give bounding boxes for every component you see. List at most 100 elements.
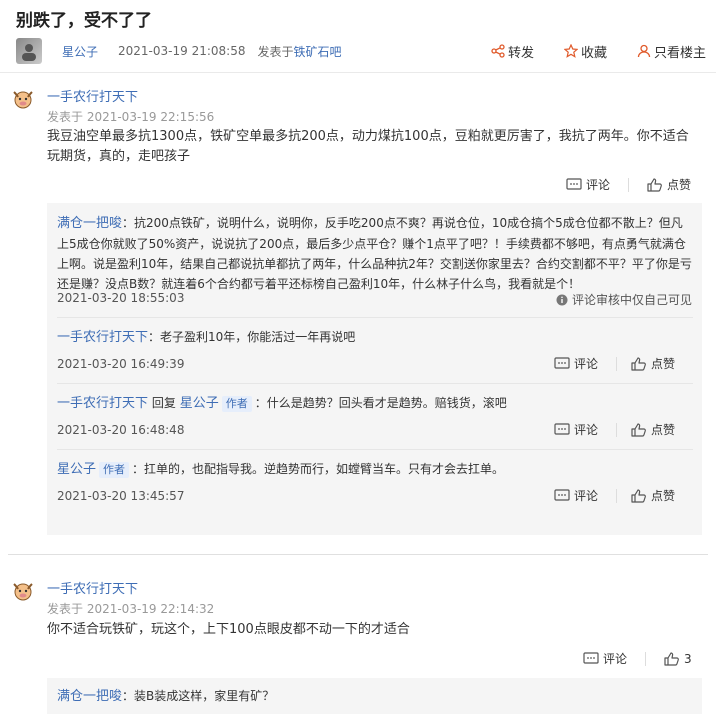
like-button[interactable]: 3 [664,650,692,667]
reply-content: 我豆油空单最多抗1300点，铁矿空单最多抗200点，动力煤抗100点，豆粕就更厉… [47,129,689,164]
comment-label: 评论 [574,423,599,437]
star-icon [563,44,578,58]
sub-reply-time: 2021-03-20 16:48:48 [57,423,185,437]
comment-button[interactable]: 评论 [566,176,630,193]
post-author[interactable]: 星公子 [62,43,98,60]
favorite-label: 收藏 [580,45,607,61]
post-title: 别跌了，受不了了 [16,11,152,31]
forum-link[interactable]: 铁矿石吧 [293,45,341,59]
sub-reply-username[interactable]: 一手农行打天下 [57,330,148,345]
sub-reply-text: 星公子 作者 ：扛单的，也配指导我。逆趋势而行，如螳臂当车。只有才会去扛单。 [57,459,693,480]
sub-reply-content: ：装B装成这样，家里有矿？ [122,689,275,703]
ox-avatar-icon [13,91,33,109]
sub-reply-content: ：什么是趋势？回头看才是趋势。赔钱货，滚吧 [254,396,507,410]
comment-icon [583,651,599,664]
sub-reply-actions: 评论 点赞 [554,487,675,504]
sub-reply: 一手农行打天下 回复 星公子 作者 ：什么是趋势？回头看才是趋势。赔钱货，滚吧 [57,393,693,414]
comment-button[interactable]: 评论 [583,650,647,667]
comment-button[interactable]: 评论 [554,421,618,438]
post-header: 星公子 2021-03-19 21:08:58 发表于铁矿石吧 转发 收藏 只看… [16,36,706,66]
post-time: 2021-03-19 21:08:58 [118,44,246,58]
reply-to-username[interactable]: 星公子 [180,396,219,411]
sub-reply-username[interactable]: 满仓一把唆 [57,216,122,231]
reply-word: 回复 [151,396,176,410]
like-label: 点赞 [651,357,676,371]
author-avatar[interactable] [16,38,42,64]
like-label: 点赞 [651,423,676,437]
info-icon [556,294,568,305]
sub-reply: 一手农行打天下：老子盈利10年，你能活过一年再说吧 [57,327,693,348]
sub-reply-text: 一手农行打天下 回复 星公子 作者 ：什么是趋势？回头看才是趋势。赔钱货，滚吧 [57,393,693,414]
sub-reply-time: 2021-03-20 13:45:57 [57,489,185,503]
sub-divider [57,317,693,318]
reply-content: 你不适合玩铁矿，玩这个，上下100点眼皮都不动一下的才适合 [47,622,410,637]
ox-avatar-icon [13,583,33,601]
share-label: 转发 [507,45,534,61]
sub-reply: 满仓一把唆：装B装成这样，家里有矿？ [57,686,693,707]
sub-reply-box: 满仓一把唆：装B装成这样，家里有矿？ [47,678,702,714]
thumbs-up-icon [631,422,646,437]
sub-reply: 星公子 作者 ：扛单的，也配指导我。逆趋势而行，如螳臂当车。只有才会去扛单。 [57,459,693,480]
comment-button[interactable]: 评论 [554,355,618,372]
like-label: 点赞 [667,178,692,192]
reply-divider [8,554,708,555]
sub-reply-username[interactable]: 一手农行打天下 [57,396,148,411]
reply-actions: 评论 3 [583,650,692,667]
post-actions: 转发 收藏 只看楼主 [491,42,706,61]
share-button[interactable]: 转发 [491,42,534,61]
sub-divider [57,383,693,384]
sub-reply: 满仓一把唆：抗200点铁矿，说明什么，说明你，反手吃200点不爽？再说仓位，10… [57,213,693,294]
reply-actions: 评论 点赞 [566,176,691,193]
reply-avatar[interactable] [10,578,36,604]
sub-reply-text: 满仓一把唆：抗200点铁矿，说明什么，说明你，反手吃200点不爽？再说仓位，10… [57,213,693,294]
sub-reply-content: ：老子盈利10年，你能活过一年再说吧 [148,330,356,344]
only-owner-button[interactable]: 只看楼主 [637,42,706,61]
header-divider [0,72,716,73]
source-prefix: 发表于 [257,44,294,59]
sub-reply-content: ：抗200点铁矿，说明什么，说明你，反手吃200点不爽？再说仓位，10成仓搞个5… [57,216,692,291]
reply-avatar[interactable] [10,86,36,112]
comment-icon [566,177,582,190]
sub-reply-time: 2021-03-20 16:49:39 [57,357,185,371]
sub-reply-actions: 评论 点赞 [554,421,675,438]
sub-reply-text: 满仓一把唆：装B装成这样，家里有矿？ [57,686,693,707]
thumbs-up-icon [631,488,646,503]
like-button[interactable]: 点赞 [631,421,675,438]
like-button[interactable]: 点赞 [631,487,675,504]
sub-reply-username[interactable]: 满仓一把唆 [57,689,122,704]
user-icon [637,44,651,58]
share-icon [491,44,505,58]
favorite-button[interactable]: 收藏 [563,42,607,61]
reply-time: 发表于 2021-03-19 22:15:56 [47,110,215,124]
sub-reply-box: 满仓一把唆：抗200点铁矿，说明什么，说明你，反手吃200点不爽？再说仓位，10… [47,203,702,535]
comment-label: 评论 [586,178,611,192]
author-badge: 作者 [99,462,130,478]
comment-icon [554,422,570,435]
like-button[interactable]: 点赞 [647,176,691,193]
comment-label: 评论 [574,357,599,371]
comment-button[interactable]: 评论 [554,487,618,504]
sub-reply-text: 一手农行打天下：老子盈利10年，你能活过一年再说吧 [57,327,693,348]
sub-reply-content: ：扛单的，也配指导我。逆趋势而行，如螳臂当车。只有才会去扛单。 [132,462,505,476]
like-count: 3 [684,651,692,666]
reply-username[interactable]: 一手农行打天下 [47,578,138,597]
sub-reply-time: 2021-03-20 18:55:03 [57,291,185,305]
sub-reply-username[interactable]: 星公子 [57,462,96,477]
like-button[interactable]: 点赞 [631,355,675,372]
author-badge: 作者 [221,396,252,412]
reply-time: 发表于 2021-03-19 22:14:32 [47,602,215,616]
reply-username[interactable]: 一手农行打天下 [47,86,138,105]
comment-icon [554,356,570,369]
comment-label: 评论 [574,489,599,503]
person-icon [22,44,36,61]
comment-icon [554,488,570,501]
sub-reply-actions: 评论 点赞 [554,355,675,372]
sub-divider [57,449,693,450]
like-label: 点赞 [651,489,676,503]
comment-label: 评论 [603,652,628,666]
thumbs-up-icon [647,177,662,192]
thumbs-up-icon [664,651,679,666]
audit-text: 评论审核中仅自己可见 [571,293,692,307]
post-source: 发表于铁矿石吧 [257,43,341,60]
only-owner-label: 只看楼主 [653,45,706,61]
